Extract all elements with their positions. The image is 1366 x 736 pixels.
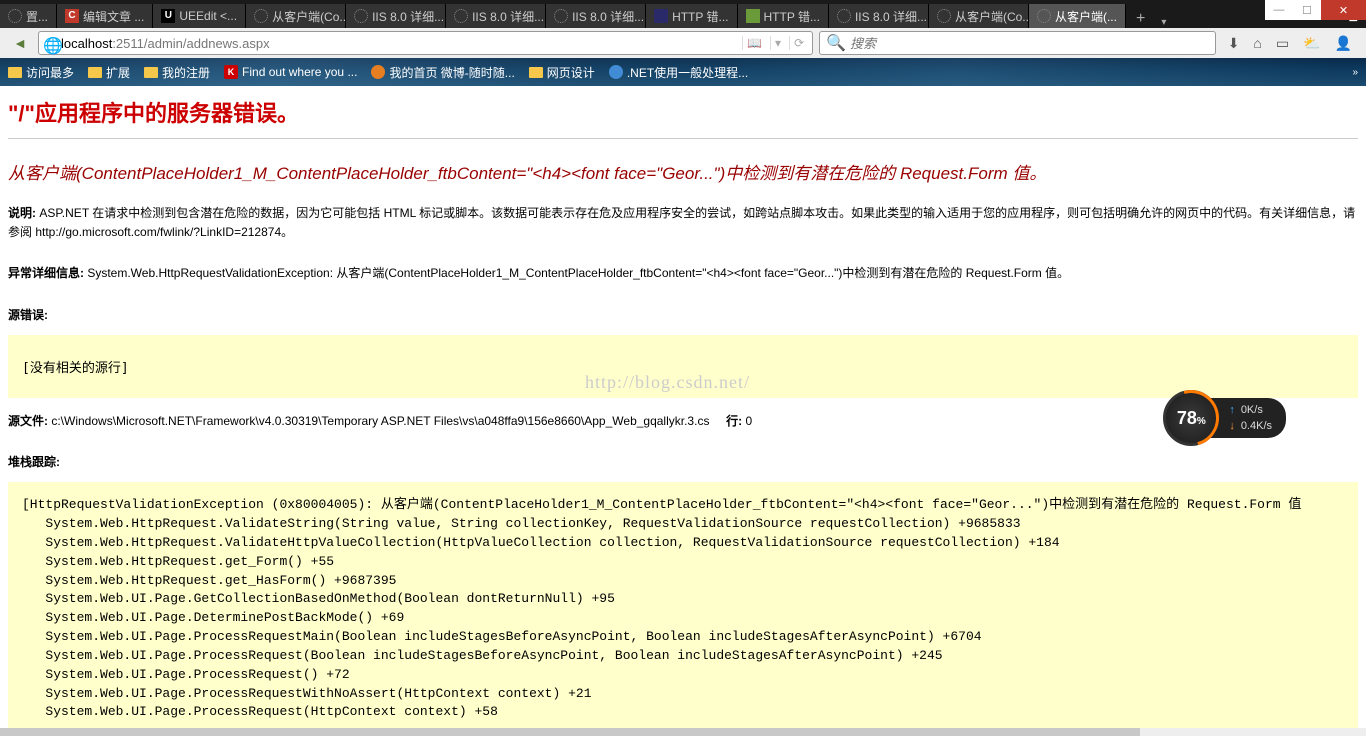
toolbar-icons: ⬇ ⌂ ▭ ⛅ 👤 xyxy=(1222,35,1358,52)
kaspersky-icon: K xyxy=(224,65,238,79)
upload-arrow-icon: ↑ xyxy=(1229,404,1235,416)
tab-iis-1[interactable]: IIS 8.0 详细... xyxy=(346,4,446,28)
error-page: "/"应用程序中的服务器错误。 从客户端(ContentPlaceHolder1… xyxy=(0,86,1366,728)
close-button[interactable]: ✕ xyxy=(1321,0,1366,20)
stack-trace-label: 堆栈跟踪: xyxy=(8,455,60,469)
tab-label: 编辑文章 ... xyxy=(83,8,144,25)
weibo-icon xyxy=(371,65,385,79)
bookmark-find-out[interactable]: KFind out where you ... xyxy=(224,65,357,79)
scrollbar-thumb[interactable] xyxy=(0,728,1140,736)
page-viewport[interactable]: "/"应用程序中的服务器错误。 从客户端(ContentPlaceHolder1… xyxy=(0,86,1366,728)
url-input[interactable]: 🌐 localhost:2511/admin/addnews.aspx 📖 ▾ … xyxy=(38,31,813,55)
tab-label: HTTP 错... xyxy=(764,8,820,25)
divider xyxy=(8,138,1358,139)
tab-label: 从客户端(... xyxy=(1055,8,1117,25)
bookmark-dotnet[interactable]: .NET使用一般处理程... xyxy=(609,64,748,81)
source-file-row: 源文件: c:\Windows\Microsoft.NET\Framework\… xyxy=(8,412,1358,431)
folder-icon xyxy=(144,67,158,78)
source-error-label: 源错误: xyxy=(8,308,48,322)
site-identity-icon[interactable]: 🌐 xyxy=(43,36,57,50)
folder-icon xyxy=(529,67,543,78)
source-file-label: 源文件: xyxy=(8,414,51,428)
line-text: 0 xyxy=(745,414,752,428)
search-input[interactable] xyxy=(850,36,1209,51)
horizontal-scrollbar[interactable] xyxy=(0,728,1366,736)
line-label: 行: xyxy=(726,414,745,428)
error-title: "/"应用程序中的服务器错误。 xyxy=(8,96,1358,128)
tab-label: HTTP 错... xyxy=(672,8,728,25)
stack-trace-label-row: 堆栈跟踪: xyxy=(8,453,1358,472)
description-row: 说明: ASP.NET 在请求中检测到包含潜在危险的数据，因为它可能包括 HTM… xyxy=(8,204,1358,242)
folder-icon xyxy=(88,67,102,78)
speed-gauge: 78% xyxy=(1163,390,1219,446)
upload-speed: 0K/s xyxy=(1241,404,1263,416)
description-text: ASP.NET 在请求中检测到包含潜在危险的数据，因为它可能包括 HTML 标记… xyxy=(8,206,1355,239)
address-bar-row: ◄ 🌐 localhost:2511/admin/addnews.aspx 📖 … xyxy=(0,28,1366,58)
tab-client-active[interactable]: 从客户端(... xyxy=(1029,4,1126,28)
url-dropdown-icon[interactable]: ▾ xyxy=(770,36,785,50)
exception-label: 异常详细信息: xyxy=(8,266,87,280)
maximize-button[interactable]: ☐ xyxy=(1293,0,1321,20)
tab-list-dropdown[interactable]: ▾ xyxy=(1155,17,1172,28)
source-error-box: [没有相关的源行] xyxy=(8,335,1358,398)
tab-edit-article[interactable]: C编辑文章 ... xyxy=(57,4,153,28)
download-speed: 0.4K/s xyxy=(1241,420,1272,432)
window-controls: — ☐ ✕ xyxy=(1265,0,1366,20)
reader-mode-icon[interactable]: 📖 xyxy=(742,36,766,50)
profile-icon[interactable]: 👤 xyxy=(1335,35,1352,52)
tab-iis-3[interactable]: IIS 8.0 详细... xyxy=(546,4,646,28)
tab-client-1[interactable]: 从客户端(Co... xyxy=(246,4,346,28)
bookmark-webdesign[interactable]: 网页设计 xyxy=(529,64,595,81)
tab-http-err-2[interactable]: HTTP 错... xyxy=(738,4,829,28)
reload-icon[interactable]: ⟳ xyxy=(789,36,808,50)
exception-row: 异常详细信息: System.Web.HttpRequestValidation… xyxy=(8,264,1358,283)
weather-icon[interactable]: ⛅ xyxy=(1303,35,1320,52)
new-tab-button[interactable]: + xyxy=(1126,10,1155,28)
bookmark-extensions[interactable]: 扩展 xyxy=(88,64,130,81)
error-subtitle: 从客户端(ContentPlaceHolder1_M_ContentPlaceH… xyxy=(8,159,1358,184)
network-speed-widget[interactable]: 78% ↑ 0K/s ↓ 0.4K/s xyxy=(1163,390,1286,446)
description-label: 说明: xyxy=(8,206,39,220)
tab-label: 从客户端(Co... xyxy=(272,8,346,25)
tab-iis-4[interactable]: IIS 8.0 详细... xyxy=(829,4,929,28)
speed-panel: ↑ 0K/s ↓ 0.4K/s xyxy=(1209,398,1286,438)
globe-icon xyxy=(609,65,623,79)
home-icon[interactable]: ⌂ xyxy=(1253,35,1261,52)
bookmark-overflow-button[interactable]: » xyxy=(1352,67,1358,78)
minimize-button[interactable]: — xyxy=(1265,0,1293,20)
source-error-label-row: 源错误: xyxy=(8,306,1358,325)
tab-iis-2[interactable]: IIS 8.0 详细... xyxy=(446,4,546,28)
search-icon: 🔍 xyxy=(826,33,846,53)
source-file-text: c:\Windows\Microsoft.NET\Framework\v4.0.… xyxy=(51,414,709,428)
tab-label: 从客户端(Co... xyxy=(955,8,1029,25)
tab-label: IIS 8.0 详细... xyxy=(372,8,444,25)
tab-label: IIS 8.0 详细... xyxy=(855,8,927,25)
tab-settings[interactable]: 置... xyxy=(0,4,57,28)
bookmark-panel-icon[interactable]: ▭ xyxy=(1276,35,1289,52)
tab-bar: 置... C编辑文章 ... UUEEdit <... 从客户端(Co... I… xyxy=(0,0,1366,28)
tab-label: UEEdit <... xyxy=(179,9,237,23)
url-text: localhost:2511/admin/addnews.aspx xyxy=(61,36,738,51)
bookmark-weibo[interactable]: 我的首页 微博-随时随... xyxy=(371,64,514,81)
exception-text: System.Web.HttpRequestValidationExceptio… xyxy=(87,266,1069,280)
bookmark-most-visited[interactable]: 访问最多 xyxy=(8,64,74,81)
tab-ueedit[interactable]: UUEEdit <... xyxy=(153,4,246,28)
download-icon[interactable]: ⬇ xyxy=(1228,35,1240,52)
folder-icon xyxy=(8,67,22,78)
tab-client-2[interactable]: 从客户端(Co... xyxy=(929,4,1029,28)
tab-http-err-1[interactable]: HTTP 错... xyxy=(646,4,737,28)
tab-label: IIS 8.0 详细... xyxy=(472,8,544,25)
bookmark-bar: 访问最多 扩展 我的注册 KFind out where you ... 我的首… xyxy=(0,58,1366,86)
tab-label: 置... xyxy=(26,8,48,25)
back-button[interactable]: ◄ xyxy=(8,31,32,55)
stack-trace-box: [HttpRequestValidationException (0x80004… xyxy=(8,482,1358,728)
search-box[interactable]: 🔍 xyxy=(819,31,1216,55)
bookmark-my-register[interactable]: 我的注册 xyxy=(144,64,210,81)
tab-label: IIS 8.0 详细... xyxy=(572,8,644,25)
download-arrow-icon: ↓ xyxy=(1229,420,1235,432)
